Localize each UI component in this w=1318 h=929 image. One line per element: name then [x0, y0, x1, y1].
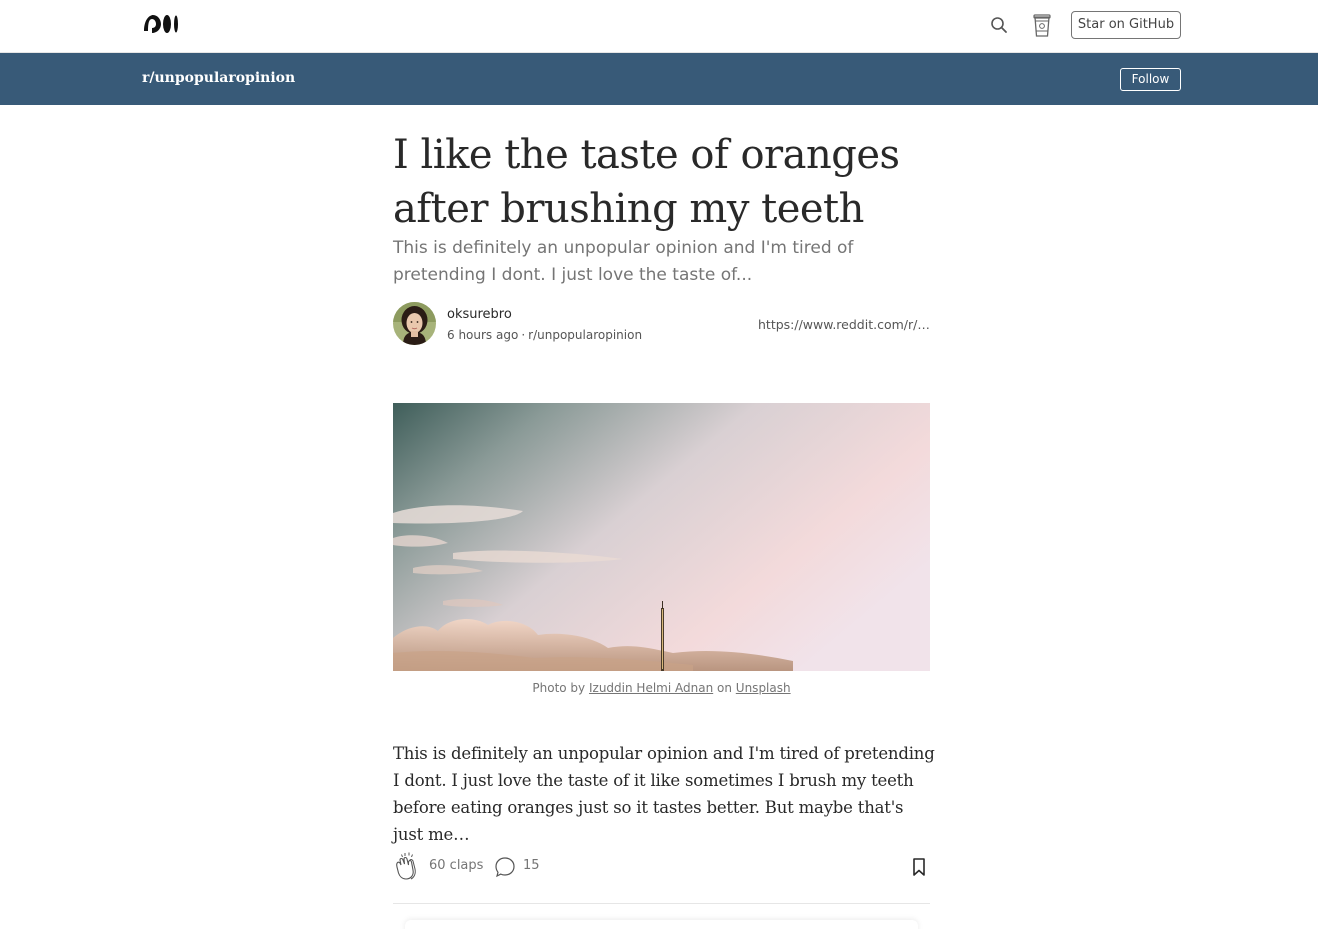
bookmark-icon[interactable] — [911, 857, 927, 877]
subreddit-bar: r/unpopularopinion Follow — [0, 53, 1318, 105]
article-body: This is definitely an unpopular opinion … — [393, 744, 935, 844]
top-navbar: Star on GitHub — [0, 0, 1318, 53]
medium-logo-icon[interactable] — [142, 13, 180, 35]
search-icon[interactable] — [988, 14, 1010, 36]
article-subtitle: This is definitely an unpopular opinion … — [393, 238, 854, 285]
clap-icon[interactable] — [393, 851, 421, 881]
author-name[interactable]: oksurebro — [447, 307, 512, 322]
clap-count: 60 claps — [429, 858, 484, 873]
source-link[interactable]: https://www.reddit.com/r/unpopularopinio… — [758, 317, 930, 332]
article-meta: 6 hours ago · r/unpopularopinion — [447, 328, 642, 342]
divider — [393, 903, 930, 904]
meta-separator: · — [521, 328, 526, 342]
response-count: 15 — [523, 858, 540, 873]
follow-button[interactable]: Follow — [1120, 68, 1181, 91]
avatar[interactable] — [393, 302, 436, 345]
coffee-cup-icon[interactable] — [1031, 12, 1053, 38]
post-time: 6 hours ago — [447, 328, 519, 342]
header-photo — [393, 403, 930, 671]
response-icon[interactable] — [494, 856, 516, 878]
photo-caption: Photo by Izuddin Helmi Adnan on Unsplash — [393, 681, 930, 695]
caption-prefix: Photo by — [532, 681, 586, 695]
photographer-link[interactable]: Izuddin Helmi Adnan — [589, 681, 713, 695]
star-on-github-button[interactable]: Star on GitHub — [1071, 11, 1181, 39]
article-actions: 60 claps 15 — [393, 850, 930, 884]
meta-subreddit[interactable]: r/unpopularopinion — [528, 328, 642, 342]
unsplash-link[interactable]: Unsplash — [736, 681, 791, 695]
caption-middle: on — [717, 681, 732, 695]
next-card — [405, 920, 918, 929]
article-title: I like the taste of oranges after brushi… — [393, 132, 900, 232]
subreddit-name[interactable]: r/unpopularopinion — [142, 70, 295, 86]
